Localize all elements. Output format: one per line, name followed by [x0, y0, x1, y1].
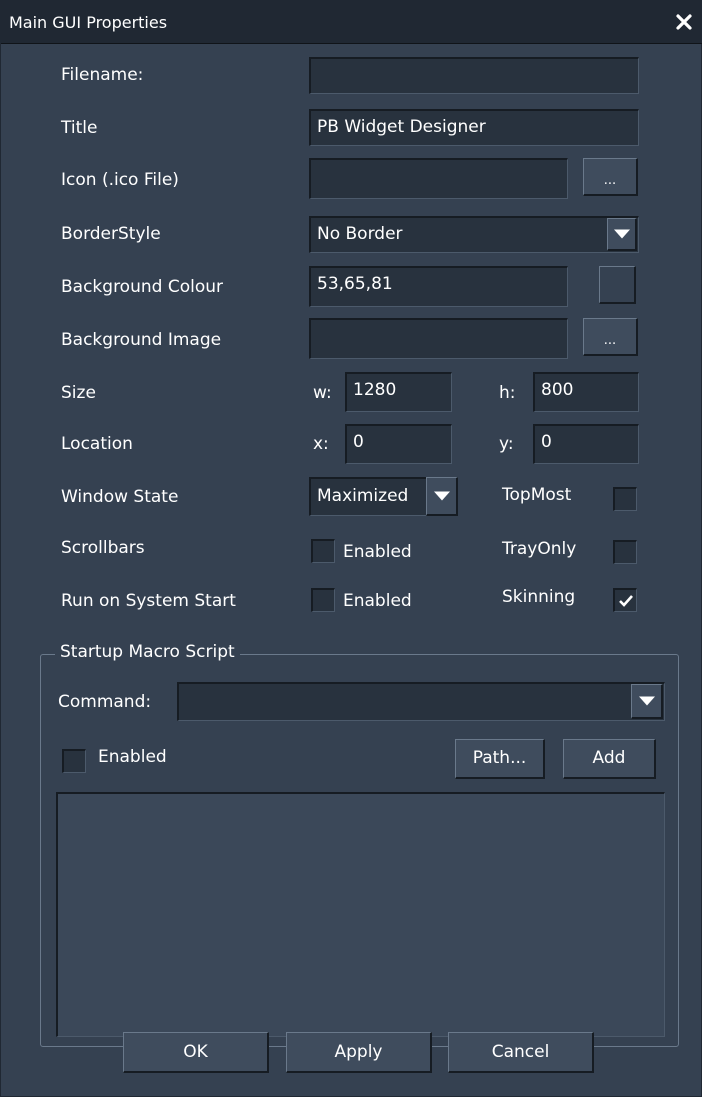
- chevron-down-icon[interactable]: [607, 218, 637, 251]
- add-button[interactable]: Add: [563, 739, 656, 779]
- macro-enabled-label: Enabled: [98, 747, 167, 767]
- chevron-down-icon[interactable]: [631, 684, 663, 719]
- startup-macro-legend: Startup Macro Script: [55, 640, 240, 664]
- macro-script-list[interactable]: [56, 792, 665, 1037]
- cancel-button[interactable]: Cancel: [448, 1032, 594, 1073]
- command-label: Command:: [58, 692, 152, 712]
- background-image-label: Background Image: [61, 330, 222, 350]
- skinning-label: Skinning: [502, 587, 576, 607]
- skinning-checkbox[interactable]: [613, 588, 637, 612]
- trayonly-label: TrayOnly: [502, 539, 577, 559]
- run-on-start-label: Run on System Start: [61, 591, 236, 611]
- window-state-label: Window State: [61, 487, 179, 507]
- border-style-select[interactable]: No Border: [309, 216, 639, 253]
- filename-field[interactable]: [309, 57, 639, 94]
- title-field[interactable]: PB Widget Designer: [309, 109, 639, 146]
- scrollbars-label: Scrollbars: [61, 538, 145, 558]
- background-colour-field[interactable]: 53,65,81: [309, 266, 568, 307]
- location-label: Location: [61, 434, 133, 454]
- window-state-select[interactable]: Maximized: [309, 477, 427, 516]
- scrollbars-enabled-label: Enabled: [343, 542, 412, 562]
- x-field[interactable]: 0: [345, 424, 452, 464]
- y-field[interactable]: 0: [533, 424, 639, 464]
- width-field[interactable]: 1280: [345, 372, 452, 412]
- run-on-start-enabled-label: Enabled: [343, 591, 412, 611]
- border-style-label: BorderStyle: [61, 224, 161, 244]
- command-select[interactable]: [177, 682, 665, 721]
- run-on-start-enabled-checkbox[interactable]: [311, 588, 335, 612]
- height-field[interactable]: 800: [533, 372, 639, 412]
- path-button[interactable]: Path...: [455, 739, 545, 779]
- icon-file-label: Icon (.ico File): [61, 170, 179, 190]
- title-bar[interactable]: Main GUI Properties: [1, 0, 702, 44]
- size-label: Size: [61, 383, 96, 403]
- height-label: h:: [499, 383, 516, 403]
- close-icon[interactable]: [671, 9, 697, 35]
- filename-label: Filename:: [61, 65, 144, 85]
- main-gui-properties-dialog: Main GUI Properties Filename: Title PB W…: [0, 0, 702, 1097]
- background-colour-label: Background Colour: [61, 277, 223, 297]
- background-image-browse-button[interactable]: ...: [583, 318, 638, 356]
- checkmark-icon: [619, 595, 633, 607]
- colour-swatch-button[interactable]: [599, 266, 636, 304]
- y-label: y:: [499, 434, 514, 454]
- background-image-field[interactable]: [309, 318, 568, 359]
- x-label: x:: [313, 434, 329, 454]
- trayonly-checkbox[interactable]: [613, 540, 637, 564]
- macro-enabled-checkbox[interactable]: [62, 749, 86, 773]
- dialog-title: Main GUI Properties: [9, 13, 168, 32]
- topmost-checkbox[interactable]: [613, 487, 637, 511]
- chevron-down-icon[interactable]: [426, 477, 458, 516]
- icon-browse-button[interactable]: ...: [583, 158, 638, 196]
- scrollbars-enabled-checkbox[interactable]: [311, 539, 335, 563]
- apply-button[interactable]: Apply: [286, 1032, 432, 1073]
- topmost-label: TopMost: [502, 485, 572, 505]
- title-label: Title: [61, 118, 98, 138]
- icon-file-field[interactable]: [309, 158, 568, 199]
- width-label: w:: [313, 383, 332, 403]
- ok-button[interactable]: OK: [123, 1032, 269, 1073]
